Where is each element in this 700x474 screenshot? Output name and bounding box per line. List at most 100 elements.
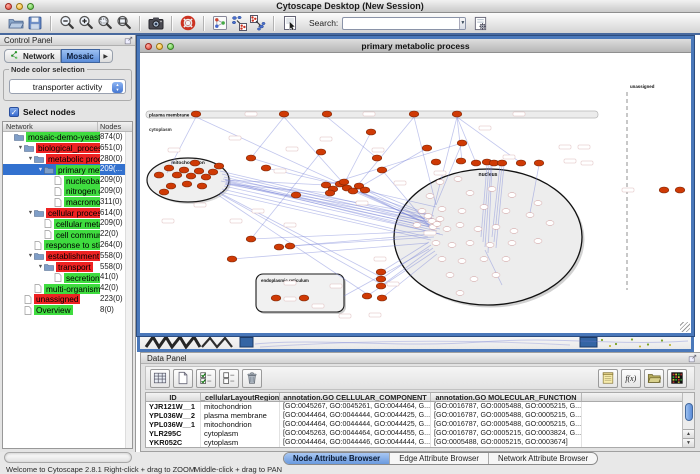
- tree-row-overview[interactable]: Overview8(0): [3, 305, 132, 316]
- table-cell[interactable]: [GO:0044464, GO:0044444, GO:0044425, G..…: [280, 447, 431, 448]
- scroll-down-button[interactable]: ▼: [683, 438, 694, 447]
- tree-scrollbar[interactable]: [125, 132, 132, 448]
- expand-triangle-icon[interactable]: ▼: [27, 156, 34, 162]
- attribute-matrix-button[interactable]: [667, 369, 687, 388]
- table-scrollbar-thumb[interactable]: [685, 403, 693, 421]
- column-header-1[interactable]: ID: [146, 393, 201, 401]
- table-row[interactable]: YLR295Ccytoplasm[GO:0045263, GO:0044464,…: [146, 429, 694, 438]
- table-cell[interactable]: [GO:0005488, GO:0005215, GO:0003674]: [431, 438, 582, 447]
- save-session-button[interactable]: [25, 14, 44, 33]
- tree-row-multi-organism-pro[interactable]: multi-organism pro42(0): [3, 283, 132, 294]
- close-button[interactable]: [5, 3, 12, 10]
- table-cell[interactable]: [GO:0044464, GO:0044444, GO:0044425, G..…: [280, 420, 431, 429]
- table-cell[interactable]: [GO:0016787, GO:0005488, GO:0005215, G..…: [431, 447, 582, 448]
- tab-edge-attribute-browser[interactable]: Edge Attribute Browser: [390, 453, 489, 464]
- table-cell[interactable]: cytoplasm: [201, 438, 280, 447]
- table-scrollbar[interactable]: ▲ ▼: [682, 393, 694, 447]
- network-canvas[interactable]: plasma membranecytoplasmmitochondrionnuc…: [140, 53, 691, 333]
- table-cell[interactable]: [GO:0016787, GO:0005488, GO:0005215, G..…: [431, 420, 582, 429]
- view-close-button[interactable]: [145, 43, 152, 50]
- zoom-window-button[interactable]: [27, 3, 34, 10]
- table-cell[interactable]: cytoplasm: [201, 429, 280, 438]
- tree-row-mosaic-demo-yeast[interactable]: mosaic-demo-yeast874(0): [3, 132, 132, 143]
- network-snapshot-button[interactable]: [146, 14, 165, 33]
- table-cell[interactable]: mitochondrion: [201, 447, 280, 448]
- table-cell[interactable]: [GO:0044464, GO:0044446, GO:0044444, G..…: [280, 438, 431, 447]
- background-network-window[interactable]: [137, 336, 694, 352]
- table-cell[interactable]: mitochondrion: [201, 420, 280, 429]
- resize-grip[interactable]: [680, 322, 690, 332]
- tree-row-cellular-process[interactable]: ▼cellular process614(0): [3, 208, 132, 219]
- search-input[interactable]: [343, 18, 459, 29]
- table-cell[interactable]: YJR121W__1: [146, 402, 201, 411]
- annotation-tool-button[interactable]: [280, 14, 299, 33]
- view-minimize-button[interactable]: [156, 43, 163, 50]
- tree-column-nodes[interactable]: Nodes: [98, 122, 132, 131]
- expand-triangle-icon[interactable]: ▼: [27, 253, 34, 259]
- tree-row-primary-metabo[interactable]: ▼primary metabo209(...: [3, 164, 132, 175]
- destroy-network-view-button[interactable]: [248, 14, 267, 33]
- tab-network[interactable]: Network: [4, 49, 61, 63]
- zoom-in-button[interactable]: [76, 14, 95, 33]
- expand-triangle-icon[interactable]: ▼: [37, 264, 44, 270]
- tree-row-nucleobase-[interactable]: nucleobase-209(0): [3, 175, 132, 186]
- table-cell[interactable]: [GO:0044464, GO:0044444, GO:0044425, G..…: [280, 411, 431, 420]
- table-row[interactable]: YKR052Ccytoplasm[GO:0044464, GO:0044446,…: [146, 438, 694, 447]
- table-row[interactable]: YDR039C__1mitochondrion[GO:0044464, GO:0…: [146, 447, 694, 448]
- tab-network-attribute-browser[interactable]: Network Attribute Browser: [489, 453, 597, 464]
- search-dropdown-arrow[interactable]: ▼: [459, 18, 465, 29]
- expand-triangle-icon[interactable]: ▼: [27, 210, 34, 216]
- combobox-stepper-icon[interactable]: ▲▼: [112, 82, 123, 93]
- tab-overflow-arrow[interactable]: ▶: [100, 49, 113, 63]
- minimize-button[interactable]: [16, 3, 23, 10]
- select-attributes-button[interactable]: [150, 369, 170, 388]
- tree-row-metabolic-process[interactable]: ▼metabolic process280(0): [3, 154, 132, 165]
- table-cell[interactable]: [GO:0045263, GO:0044464, GO:0044455, G..…: [280, 429, 431, 438]
- create-attribute-button[interactable]: [173, 369, 193, 388]
- tree-row-transport[interactable]: ▼transport558(0): [3, 262, 132, 273]
- tab-mosaic[interactable]: Mosaic: [61, 49, 100, 63]
- tab-node-attribute-browser[interactable]: Node Attribute Browser: [284, 453, 390, 464]
- import-attributes-button[interactable]: [644, 369, 664, 388]
- expand-triangle-icon[interactable]: ▼: [37, 167, 44, 173]
- select-all-attributes-button[interactable]: [196, 369, 216, 388]
- table-cell[interactable]: YKR052C: [146, 438, 201, 447]
- tree-row-macromolecule[interactable]: macromolecule311(0): [3, 197, 132, 208]
- expand-triangle-icon[interactable]: ▼: [17, 145, 24, 151]
- function-builder-button[interactable]: f(x): [621, 369, 641, 388]
- zoom-fit-network-button[interactable]: [114, 14, 133, 33]
- table-cell[interactable]: [GO:0045267, GO:0045261, GO:0044464, G..…: [280, 402, 431, 411]
- zoom-out-button[interactable]: [57, 14, 76, 33]
- table-cell[interactable]: [GO:0016787, GO:0005215, GO:0003824, G..…: [431, 429, 582, 438]
- table-cell[interactable]: YPL036W__1: [146, 420, 201, 429]
- table-cell[interactable]: mitochondrion: [201, 402, 280, 411]
- tree-row-cell-communicat[interactable]: cell communicat22(0): [3, 229, 132, 240]
- tree-row-biological-process[interactable]: ▼biological_process651(0): [3, 143, 132, 154]
- table-row[interactable]: YPL036W__1mitochondrion[GO:0044464, GO:0…: [146, 420, 694, 429]
- tree-row-nitrogen-compo[interactable]: nitrogen compo209(0): [3, 186, 132, 197]
- select-nodes-checkbox[interactable]: ✓: [9, 107, 19, 117]
- column-header-4[interactable]: annotation.GO MOLECULAR_FUNCTION: [431, 393, 582, 401]
- network-view-titlebar[interactable]: primary metabolic process: [140, 39, 691, 53]
- tree-row-cellular-metabol[interactable]: cellular metabol209(0): [3, 218, 132, 229]
- column-header-3[interactable]: annotation.GO CELLULAR_COMPONENT: [280, 393, 431, 401]
- create-network-view-button[interactable]: [229, 14, 248, 33]
- network-overview-button[interactable]: [210, 14, 229, 33]
- table-cell[interactable]: plasma membrane: [201, 411, 280, 420]
- tree-row-secretion[interactable]: secretion41(0): [3, 272, 132, 283]
- tree-row-response-to-stimulu[interactable]: response to stimulu264(0): [3, 240, 132, 251]
- help-lifering-button[interactable]: [178, 14, 197, 33]
- attribute-editor-button[interactable]: [598, 369, 618, 388]
- tree-column-network[interactable]: Network: [3, 122, 98, 131]
- table-row[interactable]: YJR121W__1mitochondrion[GO:0045267, GO:0…: [146, 402, 694, 411]
- table-cell[interactable]: [GO:0016787, GO:0005488, GO:0005215, G..…: [431, 411, 582, 420]
- delete-attribute-button[interactable]: [242, 369, 262, 388]
- table-row[interactable]: YPL036W__2plasma membrane[GO:0044464, GO…: [146, 411, 694, 420]
- tree-row-unassigned[interactable]: unassigned223(0): [3, 294, 132, 305]
- table-cell[interactable]: [GO:0016787, GO:0005488, GO:0005215, G..…: [431, 402, 582, 411]
- zoom-selected-region-button[interactable]: [95, 14, 114, 33]
- view-zoom-button[interactable]: [167, 43, 174, 50]
- tree-row-establishment-of-lo[interactable]: ▼establishment of lo558(0): [3, 251, 132, 262]
- search-config-button[interactable]: [471, 14, 490, 33]
- search-field[interactable]: ▼: [342, 17, 466, 30]
